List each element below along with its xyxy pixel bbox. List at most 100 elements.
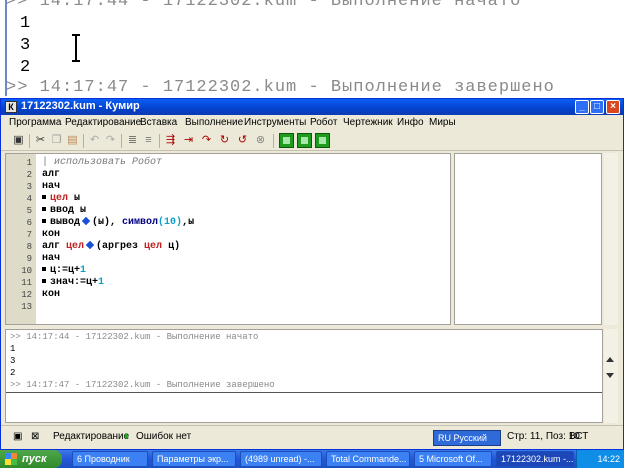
code-editor[interactable]: 1 2 3 4 5 6 7 8 9 10 11 12 13 | использо… [5, 153, 451, 325]
copy-icon[interactable]: ❐ [49, 133, 64, 148]
bg-run-start-line: >> 14:17:44 - 17122302.kum - Выполнение … [6, 0, 522, 11]
clock[interactable]: 14:22 [597, 454, 620, 464]
kumir-window: К 17122302.kum - Кумир _ □ × Программа Р… [0, 98, 624, 450]
code-line: ц:=ц+1 [42, 265, 86, 276]
step-out-icon[interactable]: ↺ [235, 133, 250, 148]
editor-scrollbar[interactable] [604, 153, 618, 325]
draftsman-grid-icon[interactable] [315, 133, 330, 148]
step-into-icon[interactable]: ↻ [217, 133, 232, 148]
code-line: | использовать Робот [42, 157, 163, 168]
bg-run-end-line: >> 14:17:47 - 17122302.kum - Выполнение … [6, 78, 555, 96]
scroll-up-icon[interactable] [606, 357, 614, 362]
task-total-commander[interactable]: Total Commande... [326, 451, 410, 467]
output-console[interactable]: >> 14:17:44 - 17122302.kum - Выполнение … [5, 329, 603, 423]
code-line: нач [42, 181, 61, 192]
menu-worlds[interactable]: Миры [429, 117, 456, 128]
unindent-icon[interactable]: ≡ [141, 133, 156, 148]
toolbar-separator [29, 134, 30, 148]
paste-icon[interactable]: ▤ [65, 133, 80, 148]
code-line: ввод ы [42, 205, 86, 216]
status-ok-icon: ♦ [124, 431, 130, 442]
cut-icon[interactable]: ✂ [33, 133, 48, 148]
windows-logo-icon [5, 453, 17, 465]
code-line: кон [42, 289, 61, 300]
line-number: 8 [26, 242, 32, 252]
line-number: 4 [26, 194, 32, 204]
undo-icon[interactable]: ↶ [87, 133, 102, 148]
title-bar[interactable]: К 17122302.kum - Кумир _ □ × [1, 99, 623, 115]
toolbar-separator [83, 134, 84, 148]
line-number: 13 [21, 302, 32, 312]
window-title: 17122302.kum - Кумир [21, 100, 140, 112]
task-explorer[interactable]: 6 Проводник [72, 451, 148, 467]
code-line: нач [42, 253, 61, 264]
indent-marker [42, 207, 46, 212]
close-button[interactable]: × [606, 100, 620, 114]
task-browser[interactable]: (4989 unread) -... [240, 451, 322, 467]
menu-tools[interactable]: Инструменты [244, 117, 306, 128]
menu-insert[interactable]: Вставка [140, 117, 177, 128]
task-kumir[interactable]: 17122302.kum -... [496, 451, 574, 467]
console-separator [6, 392, 602, 393]
code-line: знач:=ц+1 [42, 277, 104, 288]
app-icon: К [5, 101, 17, 113]
start-label: пуск [22, 453, 47, 465]
code-line: алг цел (аргрез цел ц) [42, 241, 181, 252]
indent-marker [42, 195, 46, 200]
line-number: 3 [26, 182, 32, 192]
indent-icon[interactable]: ≣ [125, 133, 140, 148]
scroll-down-icon[interactable] [606, 373, 614, 378]
line-number-gutter: 1 2 3 4 5 6 7 8 9 10 11 12 13 [6, 154, 36, 324]
task-microsoft-office[interactable]: 5 Microsoft Of... [414, 451, 492, 467]
task-display-settings[interactable]: Параметры экр... [152, 451, 236, 467]
minimize-button[interactable]: _ [575, 100, 589, 114]
toolbar-separator [273, 134, 274, 148]
output-line: 1 [10, 344, 16, 354]
line-number: 10 [21, 266, 32, 276]
output-line: 2 [10, 368, 16, 378]
robot-field-icon[interactable] [297, 133, 312, 148]
robot-grid-icon[interactable] [279, 133, 294, 148]
menu-run[interactable]: Выполнение [185, 117, 243, 128]
menu-bar: Программа Редактирование Вставка Выполне… [1, 116, 623, 131]
save-icon[interactable]: ▣ [11, 133, 26, 148]
code-line: цел ы [42, 193, 80, 204]
code-line: кон [42, 229, 61, 240]
line-number: 9 [26, 254, 32, 264]
menu-program[interactable]: Программа [9, 117, 61, 128]
breakpoint-diamond-icon [85, 241, 95, 250]
indent-marker [42, 219, 46, 224]
run-end-line: >> 14:17:47 - 17122302.kum - Выполнение … [10, 380, 275, 390]
background-console-zoom: >> 14:17:44 - 17122302.kum - Выполнение … [0, 0, 624, 96]
maximize-button[interactable]: □ [590, 100, 604, 114]
taskbar: пуск 6 Проводник Параметры экр... (4989 … [0, 450, 624, 468]
save-status-icon[interactable]: ▣ [13, 431, 22, 442]
run-no-pause-icon[interactable]: ⇥ [181, 133, 196, 148]
close-file-icon[interactable]: ⊠ [31, 431, 39, 442]
menu-edit[interactable]: Редактирование [65, 117, 141, 128]
menu-draftsman[interactable]: Чертежник [343, 117, 393, 128]
step-over-icon[interactable]: ↷ [199, 133, 214, 148]
bg-output-3: 2 [20, 58, 31, 77]
text-cursor-icon [72, 34, 80, 62]
margin-panel[interactable] [454, 153, 602, 325]
output-line: 3 [10, 356, 16, 366]
language-indicator[interactable]: RU Русский [433, 430, 501, 446]
stop-icon[interactable]: ⊗ [253, 133, 268, 148]
run-start-line: >> 14:17:44 - 17122302.kum - Выполнение … [10, 332, 259, 342]
run-icon[interactable]: ⇶ [163, 133, 178, 148]
toolbar-separator [121, 134, 122, 148]
console-scrollbar[interactable] [604, 329, 618, 423]
edit-mode-label: Редактирование [53, 431, 130, 442]
start-button[interactable]: пуск [0, 450, 62, 468]
menu-robot[interactable]: Робот [310, 117, 337, 128]
line-number: 5 [26, 206, 32, 216]
system-tray: 14:22 [576, 450, 624, 468]
line-number: 7 [26, 230, 32, 240]
line-number: 6 [26, 218, 32, 228]
line-number: 2 [26, 170, 32, 180]
code-line: вывод (ы), символ(10),ы [42, 217, 194, 228]
menu-info[interactable]: Инфо [397, 117, 424, 128]
redo-icon[interactable]: ↷ [103, 133, 118, 148]
indent-marker [42, 267, 46, 272]
